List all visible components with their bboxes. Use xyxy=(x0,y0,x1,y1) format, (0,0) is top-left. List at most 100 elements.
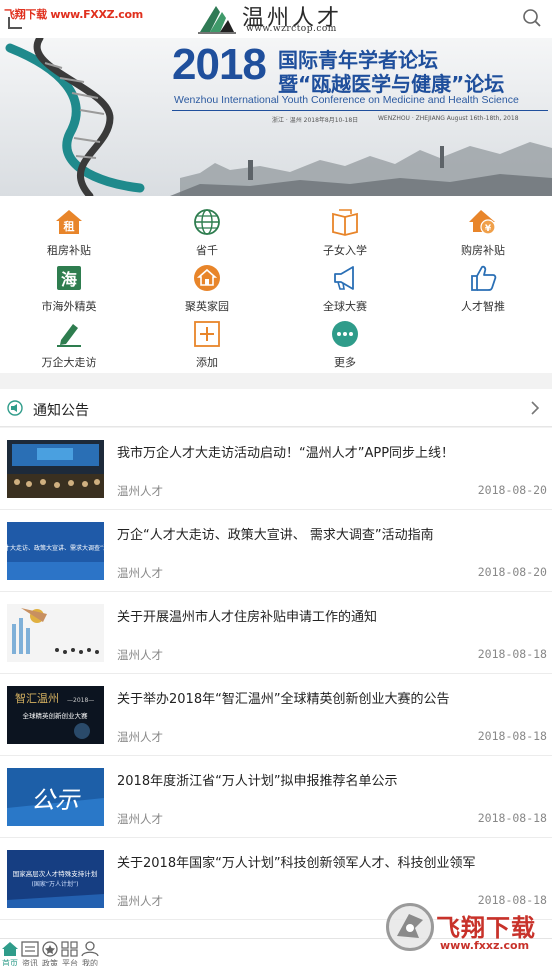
tab-label: 我的 xyxy=(82,959,98,966)
news-title: 我市万企人才大走访活动启动！“温州人才”APP同步上线！ xyxy=(117,446,455,461)
news-icon xyxy=(21,941,39,957)
app-logo: 温州人才 www.wzrctop.com xyxy=(196,0,366,38)
news-thumbnail: 智汇温州 —2018— 全球精英创新创业大赛 xyxy=(7,686,104,744)
grid-item-add[interactable]: 添加 xyxy=(138,312,276,369)
feature-grid: 租 租房补贴 省千 子女入学 ¥ 购房补贴 海 市海外精英 聚英家园 全球大赛 … xyxy=(0,196,552,373)
home-icon xyxy=(2,942,18,956)
tab-label: 平台 xyxy=(62,959,78,966)
platform-icon xyxy=(61,941,78,957)
banner-meta-cn: 浙江 · 温州 2018年8月10-18日 xyxy=(272,117,359,124)
news-source: 温州人才 xyxy=(117,484,163,498)
user-icon xyxy=(81,941,99,957)
tab-label: 资讯 xyxy=(22,959,38,966)
news-source: 温州人才 xyxy=(117,812,163,826)
grid-item-purchase-subsidy[interactable]: ¥ 购房补贴 xyxy=(414,200,552,257)
grid-item-more[interactable]: 更多 xyxy=(276,312,414,369)
thumb-text: 公示 xyxy=(31,786,81,814)
notice-section-header[interactable]: 通知公告 xyxy=(0,389,552,427)
news-title: 关于2018年国家“万人计划”科技创新领军人才、科技创业领军 xyxy=(117,856,476,871)
news-title: 万企“人才大走访、政策大宣讲、 需求大调查”活动指南 xyxy=(117,528,434,543)
banner-year: 2018 xyxy=(172,40,267,89)
tab-label: 首页 xyxy=(2,959,18,966)
news-thumbnail: 万企“人才大走访、政策大宣讲、需求大调查”活动指南 xyxy=(7,522,104,580)
news-date: 2018-08-20 xyxy=(477,483,547,497)
news-thumbnail xyxy=(7,440,104,498)
promo-banner[interactable]: 2018 国际青年学者论坛 暨“瓯越医学与健康”论坛 Wenzhou Inter… xyxy=(0,38,552,196)
policy-icon xyxy=(42,941,58,957)
tab-news[interactable]: 资讯 xyxy=(20,939,40,966)
news-item[interactable]: 我市万企人才大走访活动启动！“温州人才”APP同步上线！ 温州人才 2018-0… xyxy=(0,428,552,510)
banner-meta-en: WENZHOU · ZHEJIANG August 16th-18th, 201… xyxy=(378,115,519,122)
pen-icon xyxy=(57,324,81,347)
grid-item-talent-recommend[interactable]: 人才智推 xyxy=(414,256,552,313)
thumb-text: 全球精英创新创业大赛 xyxy=(23,711,89,720)
scan-icon[interactable] xyxy=(8,17,22,29)
megaphone-icon xyxy=(334,266,354,290)
chevron-right-icon[interactable] xyxy=(530,401,540,415)
tab-mine[interactable]: 我的 xyxy=(80,939,100,966)
grid-item-enterprise-visit[interactable]: 万企大走访 xyxy=(0,312,138,369)
svg-text:海: 海 xyxy=(61,270,77,289)
watermark-text: 飞翔下载 xyxy=(436,914,536,942)
news-date: 2018-08-20 xyxy=(477,565,547,579)
tab-policy[interactable]: 政策 xyxy=(40,939,60,966)
watermark-logo xyxy=(386,903,434,951)
news-date: 2018-08-18 xyxy=(477,647,547,661)
app-header: 飞翔下载 www.FXXZ.com 温州人才 www.wzrctop.com xyxy=(0,0,552,38)
watermark-logo-icon xyxy=(397,914,423,938)
news-source: 温州人才 xyxy=(117,894,163,908)
grid-item-rent-subsidy[interactable]: 租 租房补贴 xyxy=(0,200,138,257)
grid-item-global-contest[interactable]: 全球大赛 xyxy=(276,256,414,313)
news-list: 我市万企人才大走访活动启动！“温州人才”APP同步上线！ 温州人才 2018-0… xyxy=(0,428,552,938)
thumb-text: 智汇温州 xyxy=(15,691,59,705)
news-source: 温州人才 xyxy=(117,648,163,662)
news-item[interactable]: 智汇温州 —2018— 全球精英创新创业大赛 关于举办2018年“智汇温州”全球… xyxy=(0,674,552,756)
globe-icon xyxy=(194,209,220,235)
thumbs-up-icon xyxy=(471,265,497,291)
search-icon[interactable] xyxy=(522,8,542,28)
news-source: 温州人才 xyxy=(117,566,163,580)
svg-text:¥: ¥ xyxy=(485,224,492,234)
news-title: 2018年度浙江省“万人计划”拟申报推荐名单公示 xyxy=(117,774,398,789)
grid-item-talent-home[interactable]: 聚英家园 xyxy=(138,256,276,313)
thumb-text: 国家高层次人才特殊支持计划 xyxy=(13,869,98,878)
add-icon xyxy=(194,321,220,347)
section-title: 通知公告 xyxy=(33,403,89,419)
news-title: 关于举办2018年“智汇温州”全球精英创新创业大赛的公告 xyxy=(117,692,450,707)
sea-icon: 海 xyxy=(57,266,81,290)
grid-item-overseas-elite[interactable]: 海 市海外精英 xyxy=(0,256,138,313)
grid-label: 人才智推 xyxy=(461,300,505,313)
news-title: 关于开展温州市人才住房补贴申请工作的通知 xyxy=(117,610,378,625)
tab-home[interactable]: 首页 xyxy=(0,939,20,966)
news-date: 2018-08-18 xyxy=(477,811,547,825)
thumb-text: 万企“人才大走访、政策大宣讲、需求大调查”活动指南 xyxy=(7,544,104,552)
watermark-top-left: 飞翔下载 www.FXXZ.com xyxy=(4,8,143,21)
svg-text:租: 租 xyxy=(64,220,75,233)
book-icon xyxy=(332,209,358,236)
grid-label: 更多 xyxy=(334,356,356,369)
thumb-text: (国家“万人计划”) xyxy=(32,880,79,888)
logo-url: www.wzrctop.com xyxy=(246,24,337,34)
news-date: 2018-08-18 xyxy=(477,729,547,743)
news-thumbnail: 公示 xyxy=(7,768,104,826)
watermark-bottom-right: 飞翔下载 www.fxxz.com xyxy=(386,903,552,966)
grid-label: 添加 xyxy=(196,356,218,369)
banner-title-line2: 暨“瓯越医学与健康”论坛 xyxy=(278,72,505,96)
tab-label: 政策 xyxy=(42,959,58,966)
news-thumbnail xyxy=(7,604,104,662)
news-item[interactable]: 关于开展温州市人才住房补贴申请工作的通知 温州人才 2018-08-18 xyxy=(0,592,552,674)
tab-platform[interactable]: 平台 xyxy=(60,939,80,966)
banner-divider xyxy=(172,110,548,111)
thumb-text: —2018— xyxy=(67,697,94,704)
banner-subtitle: Wenzhou International Youth Conference o… xyxy=(174,94,519,106)
grid-item-provincial[interactable]: 省千 xyxy=(138,200,276,257)
house-rent-icon: 租 xyxy=(56,210,82,234)
watermark-url: www.fxxz.com xyxy=(438,939,532,952)
notice-icon xyxy=(7,400,23,416)
grid-label: 万企大走访 xyxy=(41,356,97,369)
logo-mark-icon xyxy=(198,6,236,34)
news-item[interactable]: 公示 2018年度浙江省“万人计划”拟申报推荐名单公示 温州人才 2018-08… xyxy=(0,756,552,838)
news-item[interactable]: 万企“人才大走访、政策大宣讲、需求大调查”活动指南 万企“人才大走访、政策大宣讲… xyxy=(0,510,552,592)
home-circle-icon xyxy=(194,265,220,291)
grid-item-child-school[interactable]: 子女入学 xyxy=(276,200,414,257)
